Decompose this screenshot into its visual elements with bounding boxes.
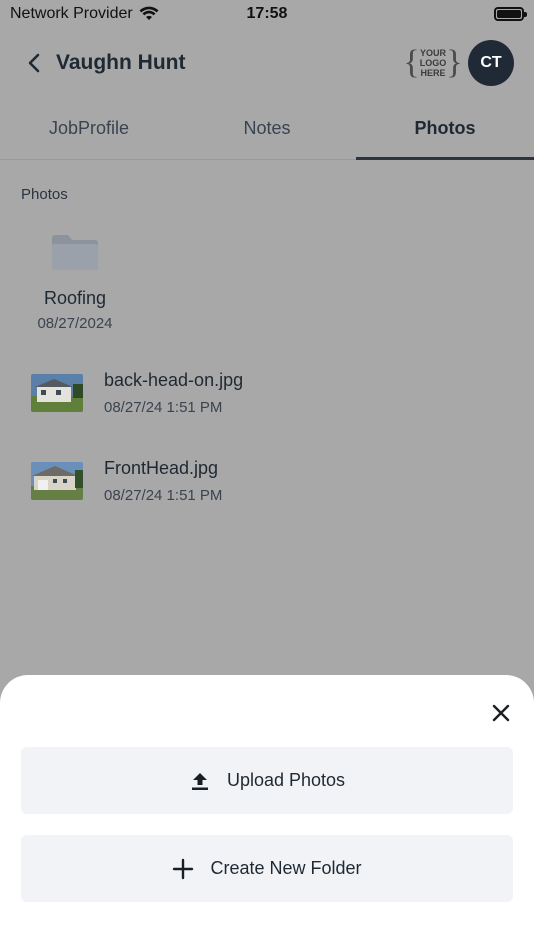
tab-jobprofile[interactable]: JobProfile [0, 98, 178, 159]
folder-icon [20, 232, 130, 280]
folder-date: 08/27/2024 [37, 315, 113, 332]
tab-photos[interactable]: Photos [356, 98, 534, 160]
create-folder-button[interactable]: Create New Folder [21, 835, 513, 902]
logo-line: LOGO [419, 58, 447, 68]
logo-line: YOUR [419, 48, 446, 58]
page-title: Vaughn Hunt [56, 51, 186, 74]
upload-photos-button[interactable]: Upload Photos [21, 747, 513, 814]
photo-thumbnail [31, 462, 83, 500]
create-folder-label: Create New Folder [210, 858, 362, 878]
avatar[interactable]: CT [468, 40, 514, 86]
wifi-icon [139, 6, 159, 20]
file-date: 08/27/24 1:51 PM [104, 487, 223, 504]
section-label: Photos [21, 186, 68, 203]
close-icon [492, 704, 510, 722]
photo-thumbnail [31, 374, 83, 412]
list-item[interactable]: FrontHead.jpg 08/27/24 1:51 PM [31, 458, 222, 504]
company-logo: { YOUR LOGO HERE } [403, 44, 463, 81]
carrier-label: Network Provider [10, 5, 133, 22]
file-name: FrontHead.jpg [104, 458, 219, 478]
folder-item[interactable]: Roofing 08/27/2024 [20, 232, 130, 332]
status-bar: Network Provider 17:58 [0, 0, 534, 28]
close-button[interactable] [490, 702, 512, 724]
folder-name: Roofing [43, 288, 107, 308]
status-left: Network Provider [10, 5, 159, 23]
back-button[interactable] [20, 49, 48, 77]
battery-icon [494, 7, 527, 21]
action-sheet: Upload Photos Create New Folder [0, 675, 534, 950]
file-name: back-head-on.jpg [104, 370, 244, 390]
tab-notes[interactable]: Notes [178, 98, 356, 159]
upload-photos-label: Upload Photos [226, 770, 346, 790]
plus-icon [173, 858, 194, 879]
chevron-left-icon [28, 53, 40, 73]
app-header: Vaughn Hunt { YOUR LOGO HERE } CT [0, 28, 534, 98]
tab-bar: JobProfile Notes Photos [0, 98, 534, 160]
logo-line: HERE [420, 68, 446, 78]
list-item[interactable]: back-head-on.jpg 08/27/24 1:51 PM [31, 370, 243, 416]
file-date: 08/27/24 1:51 PM [104, 399, 223, 416]
upload-icon [191, 772, 208, 790]
